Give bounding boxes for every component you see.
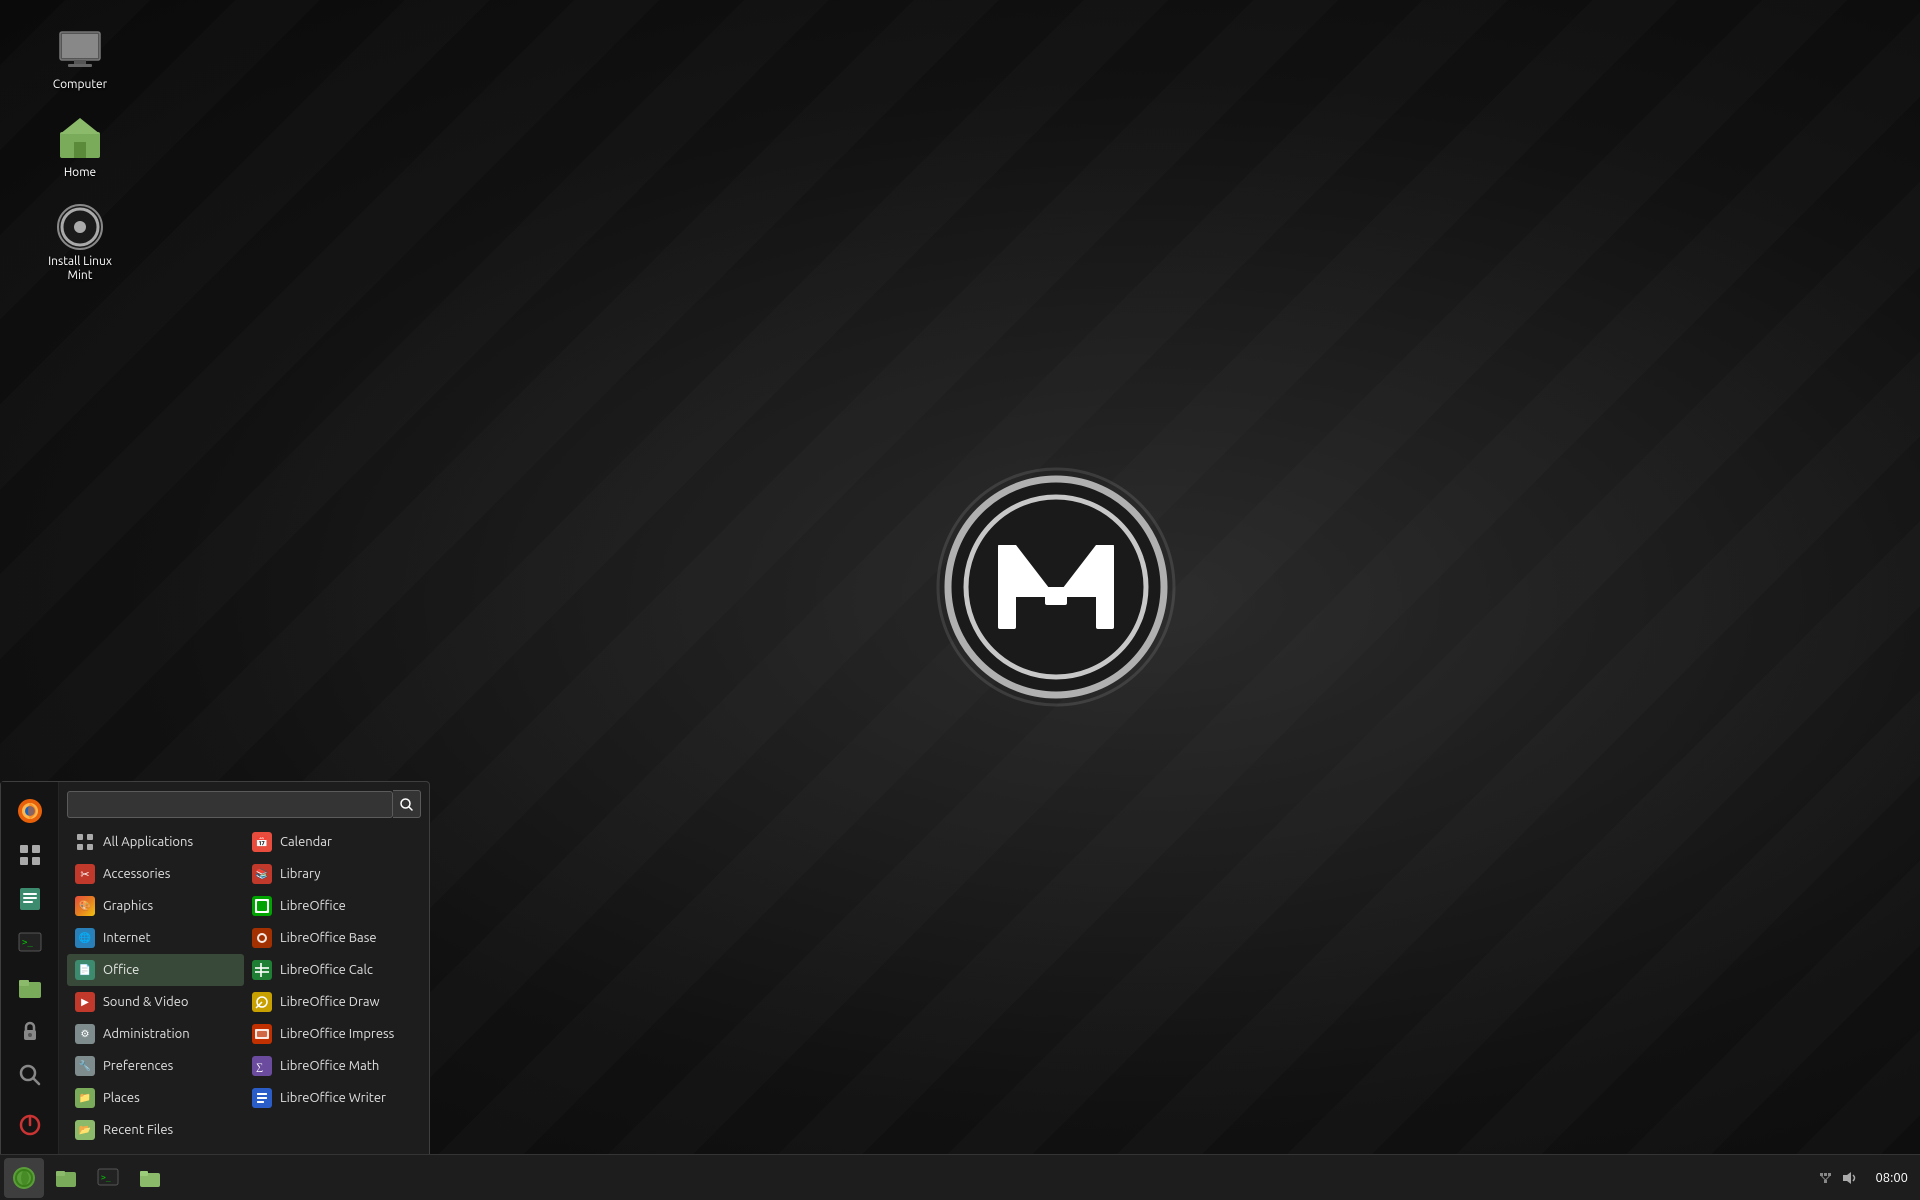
preferences-icon: 🔧 bbox=[75, 1056, 95, 1076]
menu-item-libreoffice-math[interactable]: ∑ LibreOffice Math bbox=[244, 1050, 421, 1082]
taskbar-time: 08:00 bbox=[1866, 1171, 1908, 1185]
menu-item-office[interactable]: 📄 Office bbox=[67, 954, 244, 986]
office-icon: 📄 bbox=[75, 960, 95, 980]
sidebar-icon-files[interactable] bbox=[9, 966, 51, 1008]
sound-video-icon: ▶ bbox=[75, 992, 95, 1012]
menu-item-recent-files[interactable]: 📂 Recent Files bbox=[67, 1114, 244, 1146]
install-icon-label: Install Linux Mint bbox=[46, 255, 114, 284]
computer-icon bbox=[56, 26, 104, 74]
menu-item-libreoffice-impress[interactable]: LibreOffice Impress bbox=[244, 1018, 421, 1050]
menu-item-places[interactable]: 📁 Places bbox=[67, 1082, 244, 1114]
libreoffice-impress-icon bbox=[252, 1024, 272, 1044]
svg-text:>_: >_ bbox=[101, 1173, 111, 1182]
all-applications-icon bbox=[75, 832, 95, 852]
accessories-icon: ✂ bbox=[75, 864, 95, 884]
menu-item-preferences[interactable]: 🔧 Preferences bbox=[67, 1050, 244, 1082]
volume-icon bbox=[1840, 1169, 1858, 1187]
svg-text:>_: >_ bbox=[22, 938, 33, 948]
calendar-icon: 📅 bbox=[252, 832, 272, 852]
menu-item-libreoffice-calc[interactable]: LibreOffice Calc bbox=[244, 954, 421, 986]
menu-item-administration[interactable]: ⚙ Administration bbox=[67, 1018, 244, 1050]
network-icon bbox=[1816, 1169, 1834, 1187]
sidebar-icon-firefox[interactable] bbox=[9, 790, 51, 832]
sidebar-icon-grid[interactable] bbox=[9, 834, 51, 876]
taskbar-files-button[interactable] bbox=[46, 1158, 86, 1198]
libreoffice-base-icon bbox=[252, 928, 272, 948]
internet-icon: 🌐 bbox=[75, 928, 95, 948]
menu-item-graphics[interactable]: 🎨 Graphics bbox=[67, 890, 244, 922]
menu-item-libreoffice[interactable]: LibreOffice bbox=[244, 890, 421, 922]
libreoffice-icon bbox=[252, 896, 272, 916]
libreoffice-writer-icon bbox=[252, 1088, 272, 1108]
taskbar-menu-button[interactable] bbox=[4, 1158, 44, 1198]
taskbar-left: >_ bbox=[0, 1158, 170, 1198]
search-button[interactable] bbox=[393, 790, 421, 818]
sidebar-icon-lock[interactable] bbox=[9, 1010, 51, 1052]
menu-item-sound-video[interactable]: ▶ Sound & Video bbox=[67, 986, 244, 1018]
desktop-icon-home[interactable]: Home bbox=[40, 108, 120, 186]
mint-logo bbox=[926, 457, 1186, 717]
menu-item-internet[interactable]: 🌐 Internet bbox=[67, 922, 244, 954]
desktop: Computer Home Install Linux Mint bbox=[0, 0, 1920, 1200]
menu-columns: All Applications ✂ Accessories 🎨 Graphic… bbox=[67, 826, 421, 1146]
sidebar-icon-search[interactable] bbox=[9, 1054, 51, 1096]
computer-icon-label: Computer bbox=[53, 78, 107, 92]
menu-item-libreoffice-draw[interactable]: LibreOffice Draw bbox=[244, 986, 421, 1018]
sidebar-icon-notes[interactable] bbox=[9, 878, 51, 920]
taskbar-terminal-button[interactable]: >_ bbox=[88, 1158, 128, 1198]
menu-item-all-applications[interactable]: All Applications bbox=[67, 826, 244, 858]
home-icon bbox=[56, 114, 104, 162]
menu-item-calendar[interactable]: 📅 Calendar bbox=[244, 826, 421, 858]
libreoffice-math-icon: ∑ bbox=[252, 1056, 272, 1076]
administration-icon: ⚙ bbox=[75, 1024, 95, 1044]
taskbar-folder-button[interactable] bbox=[130, 1158, 170, 1198]
sidebar-icon-power[interactable] bbox=[9, 1104, 51, 1146]
start-menu-sidebar: >_ bbox=[1, 782, 59, 1154]
install-icon bbox=[56, 203, 104, 251]
systray bbox=[1816, 1169, 1858, 1187]
menu-item-accessories[interactable]: ✂ Accessories bbox=[67, 858, 244, 890]
menu-item-library[interactable]: 📚 Library bbox=[244, 858, 421, 890]
menu-item-libreoffice-writer[interactable]: LibreOffice Writer bbox=[244, 1082, 421, 1114]
menu-item-libreoffice-base[interactable]: LibreOffice Base bbox=[244, 922, 421, 954]
menu-left-column: All Applications ✂ Accessories 🎨 Graphic… bbox=[67, 826, 244, 1146]
libreoffice-draw-icon bbox=[252, 992, 272, 1012]
sidebar-icon-terminal[interactable]: >_ bbox=[9, 922, 51, 964]
places-icon: 📁 bbox=[75, 1088, 95, 1108]
taskbar-right: 08:00 bbox=[1816, 1169, 1920, 1187]
library-icon: 📚 bbox=[252, 864, 272, 884]
graphics-icon: 🎨 bbox=[75, 896, 95, 916]
menu-right-column: 📅 Calendar 📚 Library bbox=[244, 826, 421, 1146]
libreoffice-calc-icon bbox=[252, 960, 272, 980]
search-bar bbox=[67, 790, 421, 818]
recent-files-icon: 📂 bbox=[75, 1120, 95, 1140]
start-menu: >_ bbox=[0, 781, 430, 1154]
desktop-icon-computer[interactable]: Computer bbox=[40, 20, 120, 98]
desktop-icon-install[interactable]: Install Linux Mint bbox=[40, 197, 120, 290]
home-icon-label: Home bbox=[64, 166, 96, 180]
svg-text:∑: ∑ bbox=[256, 1062, 263, 1073]
search-input[interactable] bbox=[67, 791, 393, 818]
start-menu-main: All Applications ✂ Accessories 🎨 Graphic… bbox=[59, 782, 429, 1154]
desktop-icons-container: Computer Home Install Linux Mint bbox=[40, 20, 120, 290]
taskbar: >_ bbox=[0, 1154, 1920, 1200]
